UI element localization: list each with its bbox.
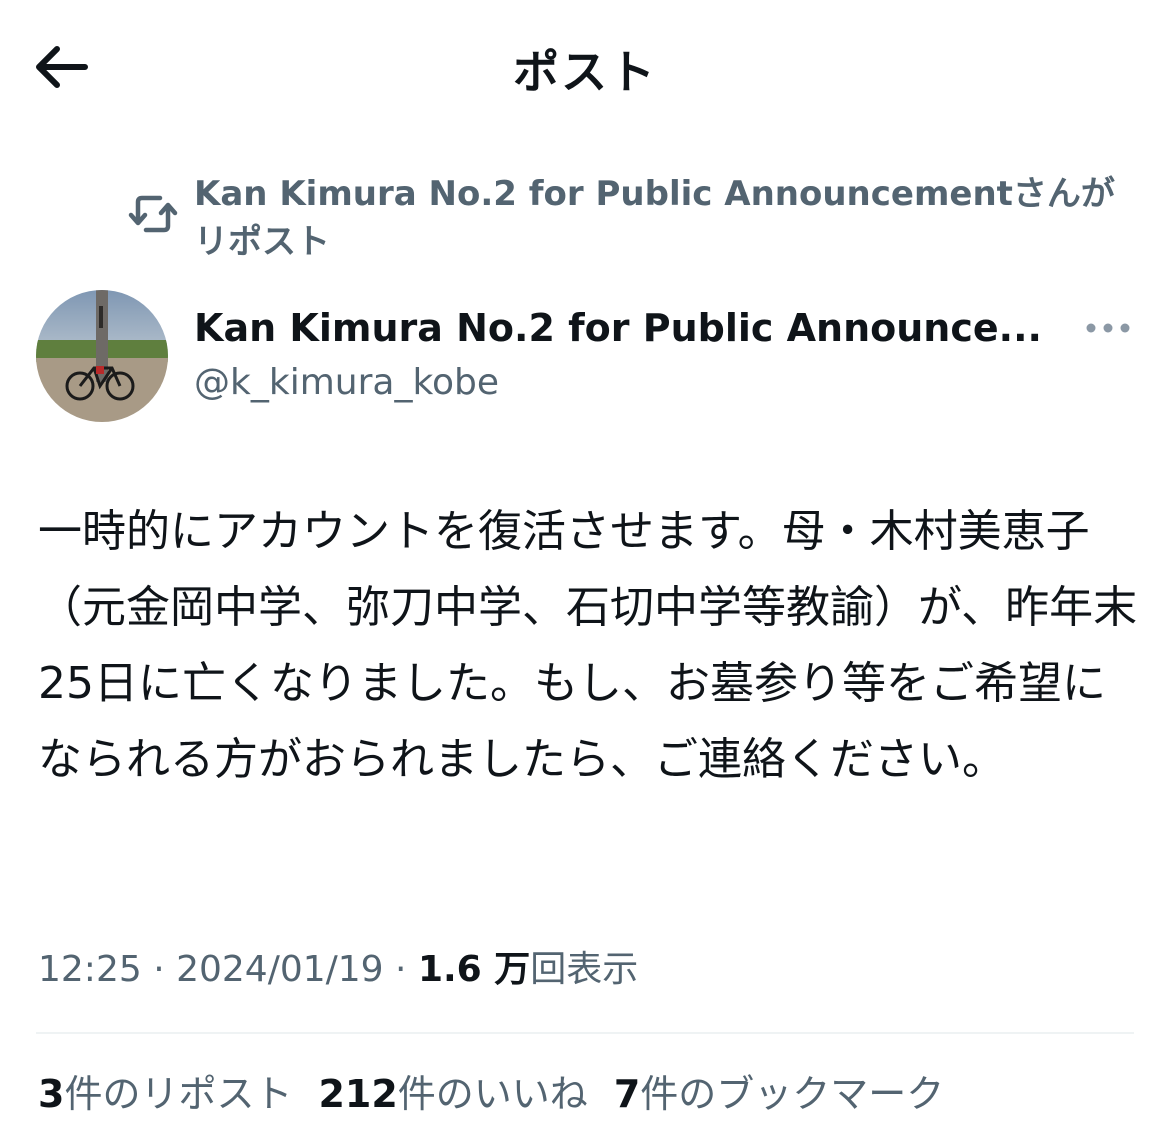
post-meta: 12:25 · 2024/01/19 · 1.6 万回表示 <box>38 944 638 996</box>
bookmarks-count: 7 <box>613 1072 641 1116</box>
more-horizontal-icon <box>1086 323 1130 333</box>
likes-count: 212 <box>318 1072 398 1116</box>
avatar[interactable] <box>36 290 168 422</box>
engagement-stats: 3件のリポスト 212件のいいね 7件のブックマーク <box>38 1066 970 1122</box>
meta-separator: · <box>141 949 177 990</box>
meta-separator: · <box>383 949 418 990</box>
likes-stat[interactable]: 212件のいいね <box>318 1066 587 1122</box>
repost-icon <box>128 195 178 233</box>
post-date[interactable]: 2024/01/19 <box>176 949 384 990</box>
bookmarks-label: 件のブックマーク <box>640 1072 945 1116</box>
page-title: ポスト <box>513 45 657 99</box>
author-handle[interactable]: @k_kimura_kobe <box>194 358 499 408</box>
author-display-name[interactable]: Kan Kimura No.2 for Public Announce... <box>194 302 1044 354</box>
reposts-stat[interactable]: 3件のリポスト <box>38 1066 292 1122</box>
post-text: 一時的にアカウントを復活させます。母・木村美恵子（元金岡中学、弥刀中学、石切中学… <box>38 506 1138 785</box>
reposts-count: 3 <box>38 1072 65 1116</box>
top-bar: ポスト <box>0 0 1170 136</box>
bookmarks-stat[interactable]: 7件のブックマーク <box>614 1066 944 1122</box>
avatar-photo <box>36 290 168 422</box>
likes-label: 件のいいね <box>397 1072 588 1116</box>
repost-context-text: Kan Kimura No.2 for Public Announcementさ… <box>194 174 1115 262</box>
views-label: 回表示 <box>530 949 639 990</box>
post-time[interactable]: 12:25 <box>38 949 142 990</box>
more-options-button[interactable] <box>1080 310 1136 346</box>
reposts-label: 件のリポスト <box>64 1072 293 1116</box>
divider <box>36 1032 1134 1034</box>
views-count: 1.6 万 <box>417 949 531 990</box>
